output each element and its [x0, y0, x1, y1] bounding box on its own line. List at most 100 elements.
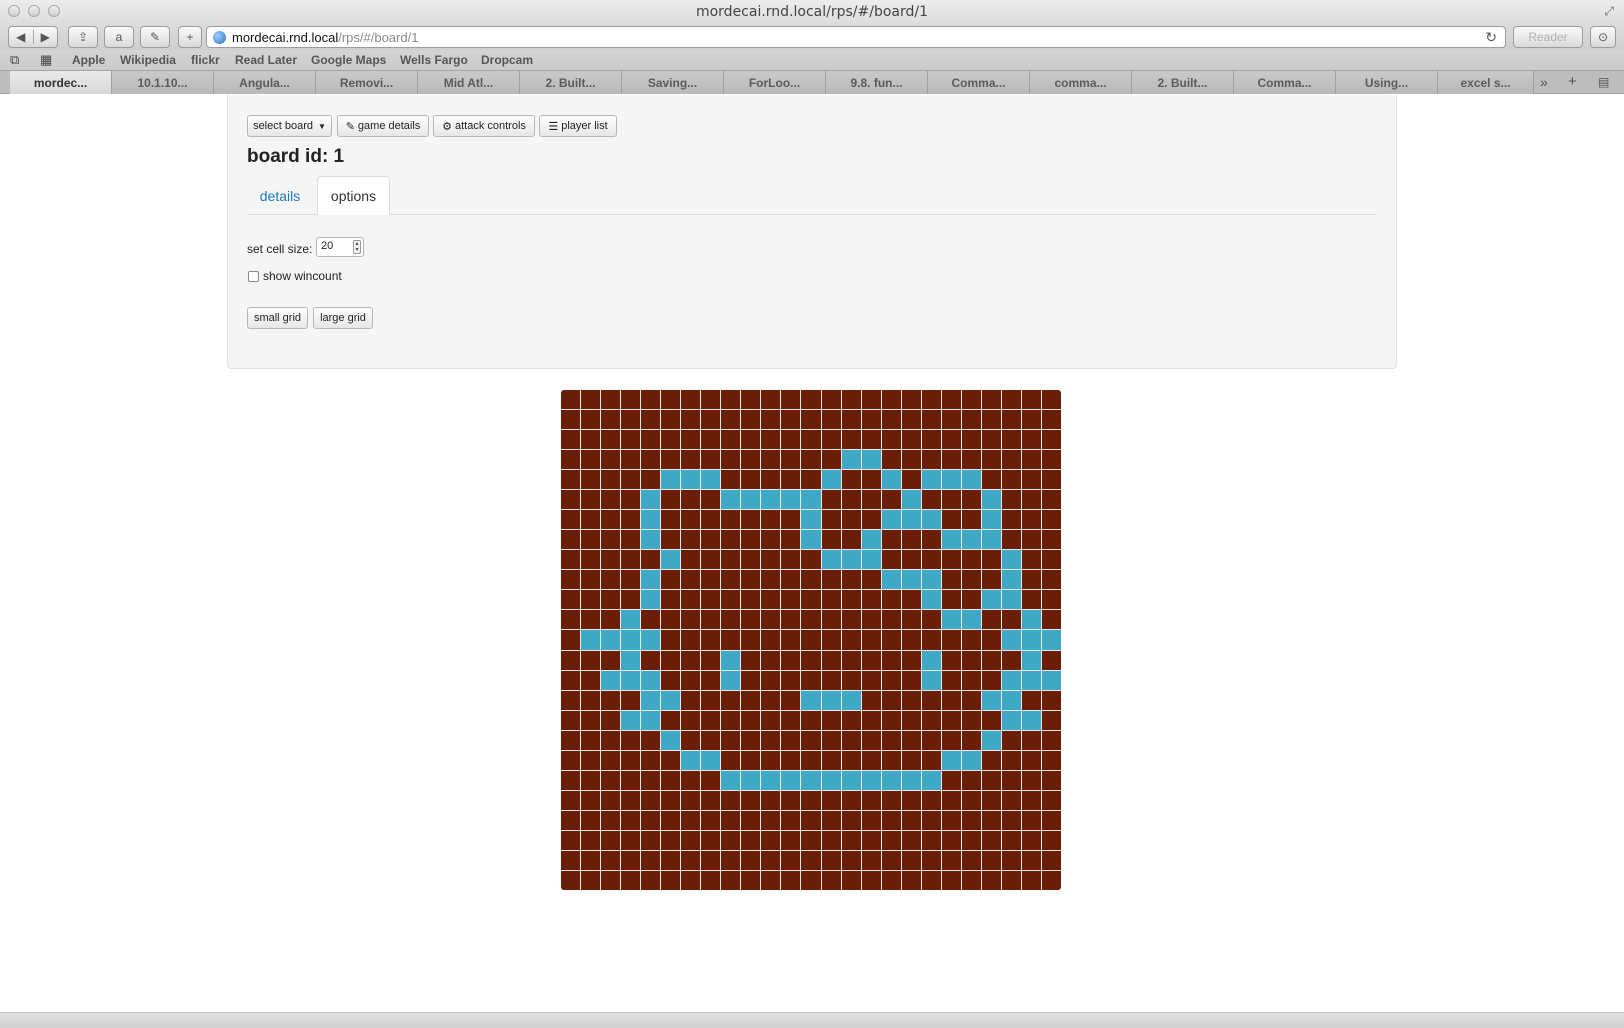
board-cell[interactable]: [981, 410, 1001, 430]
board-cell-highlighted[interactable]: [1021, 670, 1041, 690]
board-cell[interactable]: [861, 850, 881, 870]
board-cell[interactable]: [801, 470, 821, 490]
board-cell[interactable]: [1021, 510, 1041, 530]
board-cell[interactable]: [921, 550, 941, 570]
board-cell[interactable]: [781, 610, 801, 630]
board-cell[interactable]: [661, 750, 681, 770]
board-cell[interactable]: [921, 410, 941, 430]
board-cell-highlighted[interactable]: [921, 570, 941, 590]
board-cell-highlighted[interactable]: [941, 750, 961, 770]
board-cell[interactable]: [661, 610, 681, 630]
board-cell[interactable]: [621, 730, 641, 750]
board-cell-highlighted[interactable]: [801, 530, 821, 550]
board-cell[interactable]: [981, 630, 1001, 650]
board-cell[interactable]: [761, 690, 781, 710]
board-cell[interactable]: [561, 450, 581, 470]
board-cell[interactable]: [941, 390, 961, 410]
board-cell[interactable]: [621, 690, 641, 710]
board-cell[interactable]: [821, 570, 841, 590]
browser-tab[interactable]: Mid Atl...: [418, 71, 520, 94]
board-cell[interactable]: [941, 590, 961, 610]
board-cell-highlighted[interactable]: [801, 770, 821, 790]
board-cell[interactable]: [681, 850, 701, 870]
board-cell[interactable]: [821, 610, 841, 630]
board-cell[interactable]: [621, 430, 641, 450]
player-list-button[interactable]: ☰ player list: [539, 115, 617, 137]
board-cell[interactable]: [561, 690, 581, 710]
board-cell-highlighted[interactable]: [881, 570, 901, 590]
board-cell-highlighted[interactable]: [1001, 710, 1021, 730]
board-cell[interactable]: [741, 590, 761, 610]
board-cell[interactable]: [661, 490, 681, 510]
board-cell[interactable]: [801, 570, 821, 590]
board-cell[interactable]: [701, 870, 721, 890]
board-cell[interactable]: [841, 870, 861, 890]
board-cell[interactable]: [901, 390, 921, 410]
board-cell-highlighted[interactable]: [961, 530, 981, 550]
board-cell[interactable]: [721, 390, 741, 410]
board-cell[interactable]: [901, 670, 921, 690]
board-cell[interactable]: [941, 770, 961, 790]
board-cell[interactable]: [1041, 850, 1061, 870]
board-cell[interactable]: [561, 530, 581, 550]
downloads-button[interactable]: ⊙: [1590, 26, 1616, 48]
board-cell[interactable]: [721, 750, 741, 770]
board-cell[interactable]: [1041, 870, 1061, 890]
board-cell[interactable]: [781, 710, 801, 730]
stepper-icon[interactable]: ▴ ▾: [353, 240, 361, 254]
board-cell[interactable]: [681, 870, 701, 890]
browser-tab[interactable]: comma...: [1030, 71, 1132, 94]
tab-options[interactable]: options: [317, 176, 390, 215]
board-cell-highlighted[interactable]: [821, 550, 841, 570]
board-cell[interactable]: [681, 670, 701, 690]
board-cell[interactable]: [781, 810, 801, 830]
board-cell[interactable]: [641, 410, 661, 430]
board-cell[interactable]: [661, 650, 681, 670]
board-cell[interactable]: [1001, 510, 1021, 530]
board-cell[interactable]: [641, 650, 661, 670]
board-cell[interactable]: [661, 670, 681, 690]
board-cell[interactable]: [901, 590, 921, 610]
board-cell[interactable]: [841, 830, 861, 850]
board-cell[interactable]: [781, 550, 801, 570]
add-bookmark-button[interactable]: +: [178, 26, 202, 48]
board-cell[interactable]: [741, 550, 761, 570]
board-cell[interactable]: [661, 870, 681, 890]
cell-size-input[interactable]: 20 ▴ ▾: [316, 237, 364, 257]
board-cell[interactable]: [601, 550, 621, 570]
board-cell[interactable]: [721, 570, 741, 590]
board-cell[interactable]: [981, 650, 1001, 670]
board-cell[interactable]: [661, 590, 681, 610]
board-cell-highlighted[interactable]: [961, 610, 981, 630]
tab-details[interactable]: details: [247, 176, 313, 215]
board-cell-highlighted[interactable]: [861, 550, 881, 570]
board-cell[interactable]: [761, 470, 781, 490]
board-cell[interactable]: [681, 730, 701, 750]
board-cell[interactable]: [901, 690, 921, 710]
board-cell[interactable]: [741, 570, 761, 590]
board-cell[interactable]: [961, 490, 981, 510]
board-cell[interactable]: [941, 450, 961, 470]
board-cell-highlighted[interactable]: [641, 590, 661, 610]
board-cell[interactable]: [641, 730, 661, 750]
board-cell[interactable]: [821, 790, 841, 810]
board-cell[interactable]: [981, 550, 1001, 570]
board-cell[interactable]: [681, 550, 701, 570]
board-cell[interactable]: [961, 590, 981, 610]
board-cell[interactable]: [721, 610, 741, 630]
board-cell-highlighted[interactable]: [981, 510, 1001, 530]
board-cell[interactable]: [741, 710, 761, 730]
large-grid-button[interactable]: large grid: [313, 307, 373, 329]
board-cell-highlighted[interactable]: [661, 550, 681, 570]
board-cell[interactable]: [761, 550, 781, 570]
board-cell[interactable]: [621, 590, 641, 610]
board-cell-highlighted[interactable]: [641, 530, 661, 550]
board-cell-highlighted[interactable]: [981, 590, 1001, 610]
board-cell-highlighted[interactable]: [821, 690, 841, 710]
board-cell[interactable]: [841, 490, 861, 510]
board-cell[interactable]: [841, 530, 861, 550]
board-cell[interactable]: [1021, 790, 1041, 810]
board-cell-highlighted[interactable]: [901, 490, 921, 510]
new-tab-icon[interactable]: +: [1568, 73, 1577, 90]
board-cell[interactable]: [641, 750, 661, 770]
